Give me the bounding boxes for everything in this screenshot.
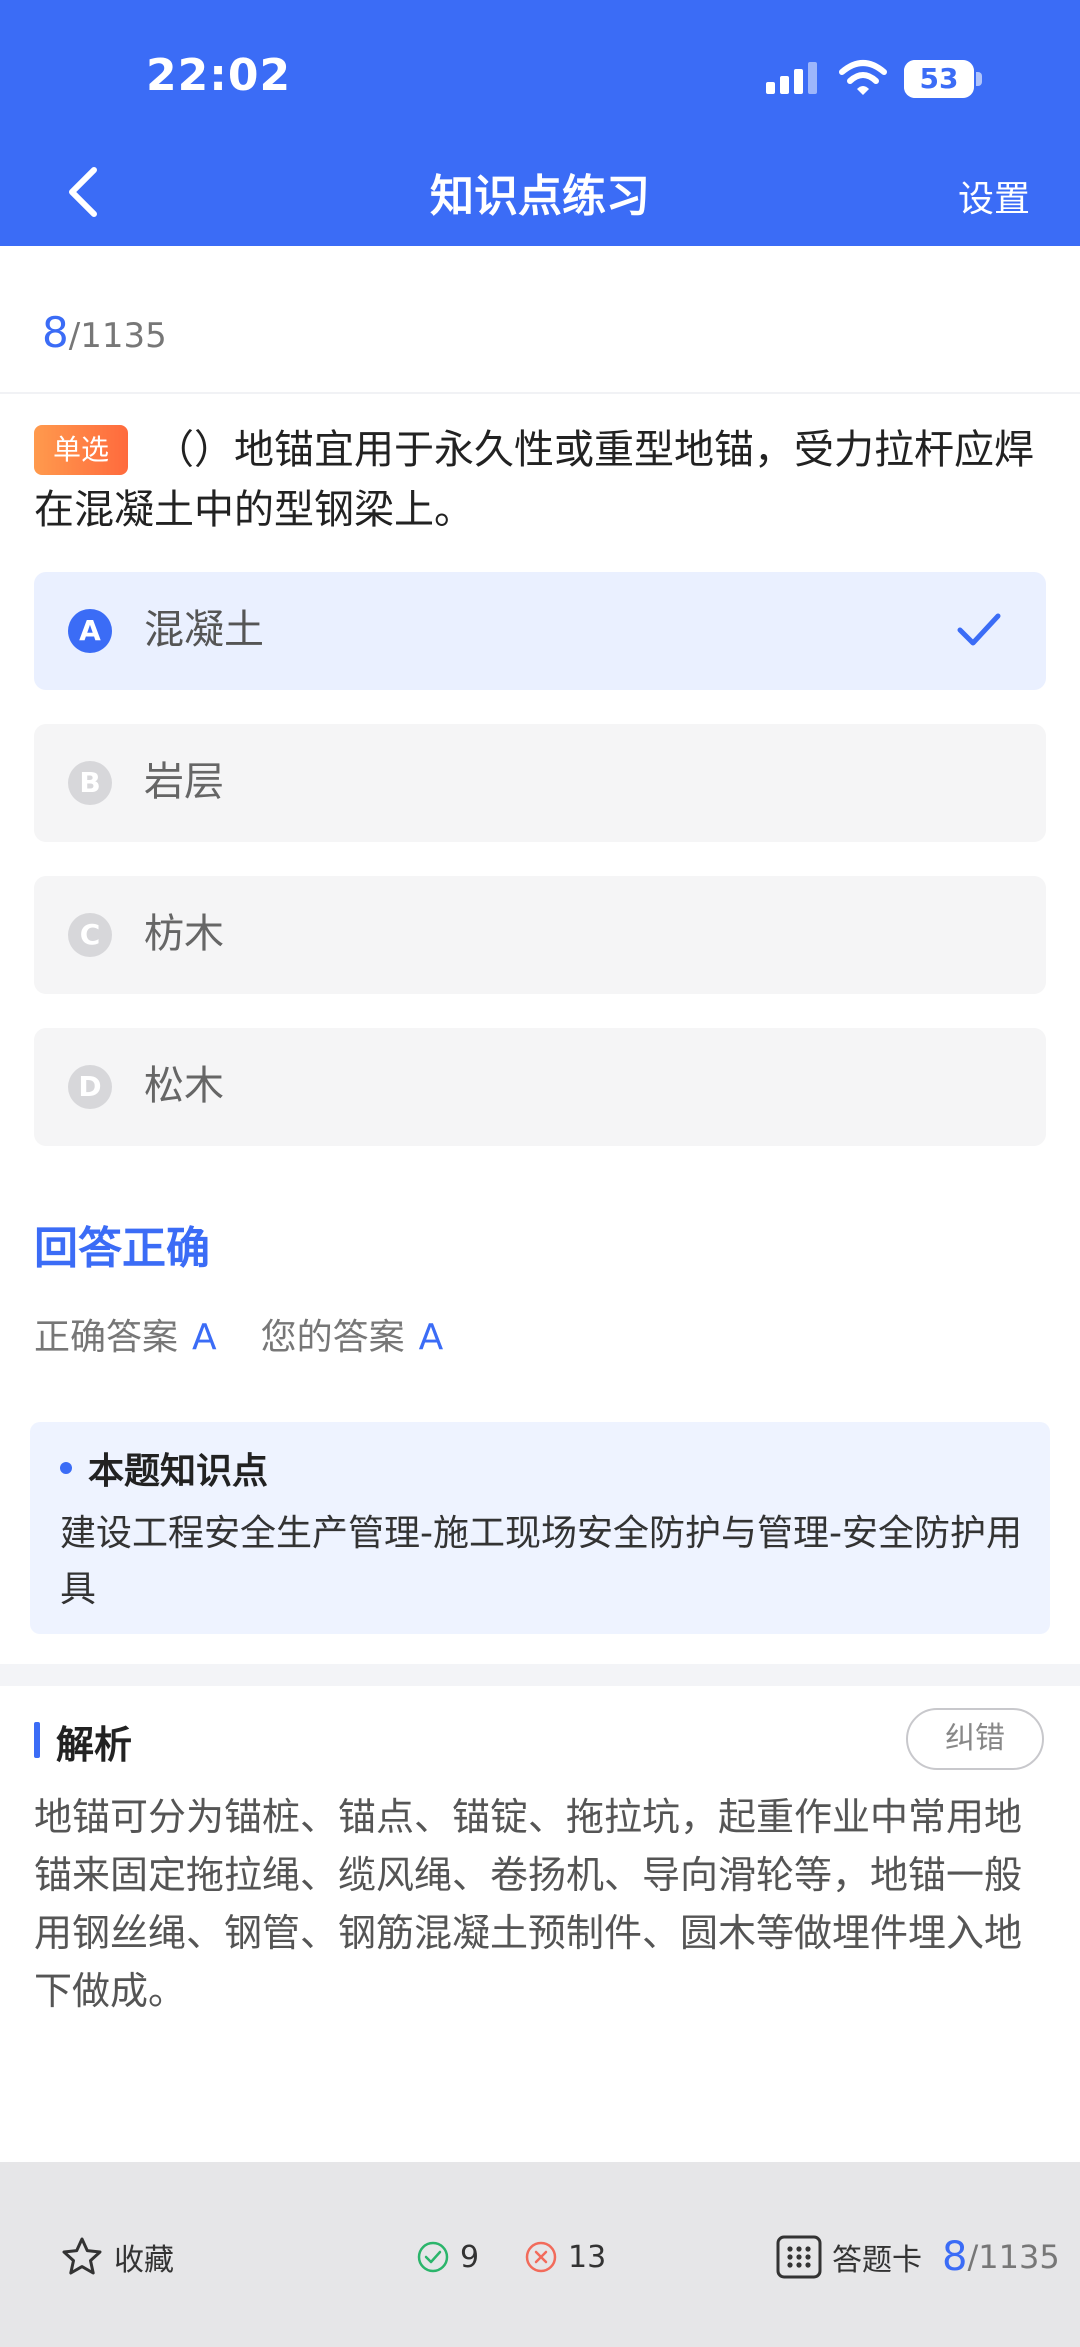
correct-answer-label: 正确答案 (34, 1317, 179, 1358)
knowledge-point-text: 建设工程安全生产管理-施工现场安全防护与管理-安全防护用具 (60, 1513, 1022, 1610)
cellular-signal-icon (766, 62, 817, 94)
knowledge-point-card: 本题知识点 建设工程安全生产管理-施工现场安全防护与管理-安全防护用具 (30, 1422, 1050, 1634)
answer-card-label: 答题卡 (832, 2243, 922, 2278)
option-b[interactable]: B 岩层 (34, 724, 1046, 842)
option-text: 枋木 (144, 911, 224, 957)
option-letter: B (68, 761, 112, 805)
correct-count[interactable]: 9 (416, 2232, 479, 2282)
analysis-text: 地锚可分为锚桩、锚点、锚锭、拖拉坑，起重作业中常用地锚来固定拖拉绳、缆风绳、卷扬… (34, 1795, 1023, 2013)
question-text: （）地锚宜用于永久性或重型地锚，受力拉杆应焊在混凝土中的型钢梁上。 (34, 427, 1034, 533)
analysis-title: 解析 (56, 1723, 133, 1767)
option-d[interactable]: D 松木 (34, 1028, 1046, 1146)
question-stem: 单选 （）地锚宜用于永久性或重型地锚，受力拉杆应焊在混凝土中的型钢梁上。 (34, 420, 1044, 540)
settings-button[interactable]: 设置 (958, 170, 1030, 222)
option-letter: A (68, 609, 112, 653)
checkmark-icon (957, 613, 1001, 646)
section-accent-bar (34, 1722, 40, 1758)
bottom-toolbar: 收藏 9 13 答题卡 8/1135 (0, 2162, 1080, 2347)
bullet-dot (60, 1462, 72, 1474)
question-progress: 8/1135 (42, 308, 167, 357)
bottom-progress-current: 8 (942, 2234, 968, 2280)
app-header: 22:02 53 知识点练习 设置 (0, 0, 1080, 246)
wifi-icon (839, 60, 887, 95)
check-circle-icon (417, 2241, 449, 2273)
your-answer-value: A (418, 1317, 444, 1358)
favorite-button[interactable]: 收藏 (60, 2232, 174, 2282)
battery-indicator: 53 (904, 60, 982, 98)
progress-current: 8 (42, 308, 69, 357)
grid-icon (776, 2235, 822, 2279)
correct-answer-value: A (192, 1317, 217, 1358)
answer-summary: 正确答案 A 您的答案 A (34, 1308, 487, 1360)
option-a[interactable]: A 混凝土 (34, 572, 1046, 690)
option-letter: D (68, 1065, 112, 1109)
knowledge-point-title: 本题知识点 (88, 1451, 269, 1492)
x-circle-icon (525, 2241, 557, 2273)
status-time: 22:02 (146, 50, 292, 101)
bottom-progress-total: /1135 (967, 2238, 1060, 2276)
star-icon (62, 2237, 102, 2275)
option-c[interactable]: C 枋木 (34, 876, 1046, 994)
wrong-count-value: 13 (568, 2239, 607, 2275)
option-text: 混凝土 (144, 607, 264, 653)
wrong-count[interactable]: 13 (524, 2232, 606, 2282)
your-answer-label: 您的答案 (260, 1317, 405, 1358)
correct-count-value: 9 (460, 2239, 480, 2275)
divider (0, 392, 1080, 394)
report-error-button[interactable]: 纠错 (906, 1708, 1044, 1770)
question-type-badge: 单选 (34, 425, 128, 475)
section-divider (0, 1664, 1080, 1686)
option-text: 松木 (144, 1063, 224, 1109)
page-title: 知识点练习 (430, 171, 650, 222)
result-status: 回答正确 (34, 1223, 210, 1274)
bottom-progress: 8/1135 (942, 2232, 1060, 2282)
option-text: 岩层 (144, 759, 224, 805)
option-letter: C (68, 913, 112, 957)
progress-total: /1135 (68, 316, 167, 356)
favorite-label: 收藏 (114, 2243, 174, 2278)
answer-card-button[interactable]: 答题卡 (776, 2232, 922, 2282)
battery-percent: 53 (919, 62, 959, 95)
